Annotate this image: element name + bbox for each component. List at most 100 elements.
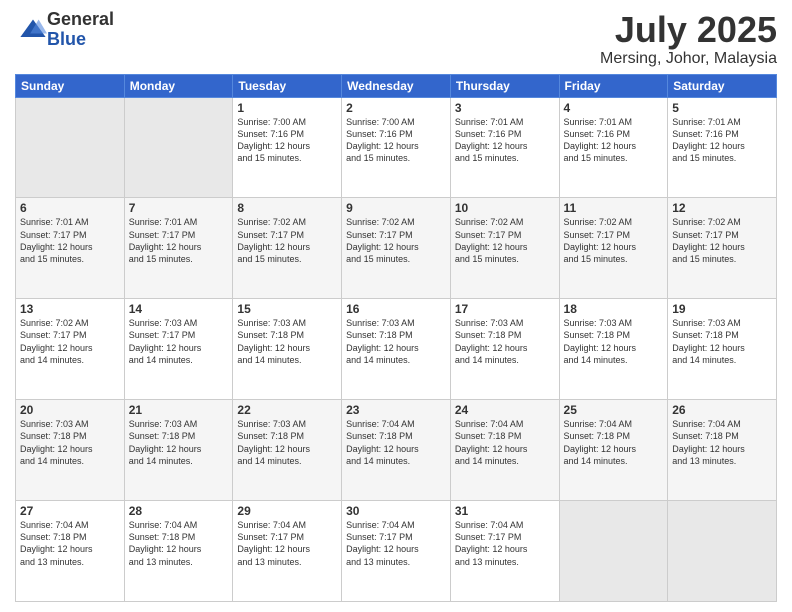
table-row [668,501,777,602]
table-row: 11Sunrise: 7:02 AM Sunset: 7:17 PM Dayli… [559,198,668,299]
table-row [16,97,125,198]
calendar-table: Sunday Monday Tuesday Wednesday Thursday… [15,74,777,602]
calendar-header-row: Sunday Monday Tuesday Wednesday Thursday… [16,74,777,97]
table-row: 20Sunrise: 7:03 AM Sunset: 7:18 PM Dayli… [16,400,125,501]
table-row: 17Sunrise: 7:03 AM Sunset: 7:18 PM Dayli… [450,299,559,400]
day-info: Sunrise: 7:04 AM Sunset: 7:17 PM Dayligh… [237,519,337,568]
table-row: 12Sunrise: 7:02 AM Sunset: 7:17 PM Dayli… [668,198,777,299]
day-number: 11 [564,201,664,215]
day-number: 14 [129,302,229,316]
table-row: 18Sunrise: 7:03 AM Sunset: 7:18 PM Dayli… [559,299,668,400]
day-info: Sunrise: 7:02 AM Sunset: 7:17 PM Dayligh… [455,216,555,265]
day-info: Sunrise: 7:03 AM Sunset: 7:18 PM Dayligh… [455,317,555,366]
table-row: 30Sunrise: 7:04 AM Sunset: 7:17 PM Dayli… [342,501,451,602]
table-row: 25Sunrise: 7:04 AM Sunset: 7:18 PM Dayli… [559,400,668,501]
day-info: Sunrise: 7:02 AM Sunset: 7:17 PM Dayligh… [346,216,446,265]
day-info: Sunrise: 7:04 AM Sunset: 7:18 PM Dayligh… [129,519,229,568]
day-info: Sunrise: 7:00 AM Sunset: 7:16 PM Dayligh… [346,116,446,165]
table-row: 21Sunrise: 7:03 AM Sunset: 7:18 PM Dayli… [124,400,233,501]
day-info: Sunrise: 7:03 AM Sunset: 7:18 PM Dayligh… [237,418,337,467]
table-row: 29Sunrise: 7:04 AM Sunset: 7:17 PM Dayli… [233,501,342,602]
day-number: 12 [672,201,772,215]
table-row: 23Sunrise: 7:04 AM Sunset: 7:18 PM Dayli… [342,400,451,501]
col-thursday: Thursday [450,74,559,97]
day-number: 22 [237,403,337,417]
table-row: 3Sunrise: 7:01 AM Sunset: 7:16 PM Daylig… [450,97,559,198]
col-saturday: Saturday [668,74,777,97]
calendar-week-row: 20Sunrise: 7:03 AM Sunset: 7:18 PM Dayli… [16,400,777,501]
day-info: Sunrise: 7:02 AM Sunset: 7:17 PM Dayligh… [672,216,772,265]
day-number: 2 [346,101,446,115]
day-number: 9 [346,201,446,215]
logo-general: General [47,10,114,30]
table-row [559,501,668,602]
table-row: 16Sunrise: 7:03 AM Sunset: 7:18 PM Dayli… [342,299,451,400]
day-number: 20 [20,403,120,417]
table-row: 22Sunrise: 7:03 AM Sunset: 7:18 PM Dayli… [233,400,342,501]
day-info: Sunrise: 7:04 AM Sunset: 7:18 PM Dayligh… [455,418,555,467]
day-number: 6 [20,201,120,215]
col-tuesday: Tuesday [233,74,342,97]
table-row: 5Sunrise: 7:01 AM Sunset: 7:16 PM Daylig… [668,97,777,198]
table-row: 19Sunrise: 7:03 AM Sunset: 7:18 PM Dayli… [668,299,777,400]
logo-icon [19,16,47,44]
calendar-week-row: 1Sunrise: 7:00 AM Sunset: 7:16 PM Daylig… [16,97,777,198]
day-info: Sunrise: 7:01 AM Sunset: 7:17 PM Dayligh… [20,216,120,265]
day-number: 29 [237,504,337,518]
day-number: 28 [129,504,229,518]
day-number: 5 [672,101,772,115]
location-title: Mersing, Johor, Malaysia [600,50,777,68]
day-number: 19 [672,302,772,316]
day-info: Sunrise: 7:01 AM Sunset: 7:16 PM Dayligh… [564,116,664,165]
day-number: 1 [237,101,337,115]
table-row: 7Sunrise: 7:01 AM Sunset: 7:17 PM Daylig… [124,198,233,299]
calendar-week-row: 13Sunrise: 7:02 AM Sunset: 7:17 PM Dayli… [16,299,777,400]
day-info: Sunrise: 7:00 AM Sunset: 7:16 PM Dayligh… [237,116,337,165]
day-info: Sunrise: 7:04 AM Sunset: 7:17 PM Dayligh… [346,519,446,568]
table-row: 15Sunrise: 7:03 AM Sunset: 7:18 PM Dayli… [233,299,342,400]
table-row: 28Sunrise: 7:04 AM Sunset: 7:18 PM Dayli… [124,501,233,602]
month-title: July 2025 [600,10,777,50]
day-info: Sunrise: 7:04 AM Sunset: 7:18 PM Dayligh… [564,418,664,467]
day-number: 10 [455,201,555,215]
col-monday: Monday [124,74,233,97]
table-row: 6Sunrise: 7:01 AM Sunset: 7:17 PM Daylig… [16,198,125,299]
day-number: 7 [129,201,229,215]
day-number: 18 [564,302,664,316]
day-info: Sunrise: 7:04 AM Sunset: 7:18 PM Dayligh… [672,418,772,467]
day-info: Sunrise: 7:03 AM Sunset: 7:18 PM Dayligh… [346,317,446,366]
day-number: 13 [20,302,120,316]
table-row: 31Sunrise: 7:04 AM Sunset: 7:17 PM Dayli… [450,501,559,602]
col-friday: Friday [559,74,668,97]
calendar-week-row: 6Sunrise: 7:01 AM Sunset: 7:17 PM Daylig… [16,198,777,299]
logo-text: General Blue [47,10,114,50]
table-row: 14Sunrise: 7:03 AM Sunset: 7:17 PM Dayli… [124,299,233,400]
day-info: Sunrise: 7:03 AM Sunset: 7:17 PM Dayligh… [129,317,229,366]
day-info: Sunrise: 7:02 AM Sunset: 7:17 PM Dayligh… [20,317,120,366]
col-sunday: Sunday [16,74,125,97]
table-row: 13Sunrise: 7:02 AM Sunset: 7:17 PM Dayli… [16,299,125,400]
day-info: Sunrise: 7:01 AM Sunset: 7:16 PM Dayligh… [455,116,555,165]
header: General Blue July 2025 Mersing, Johor, M… [15,10,777,68]
day-info: Sunrise: 7:01 AM Sunset: 7:17 PM Dayligh… [129,216,229,265]
day-info: Sunrise: 7:02 AM Sunset: 7:17 PM Dayligh… [564,216,664,265]
day-number: 15 [237,302,337,316]
day-info: Sunrise: 7:03 AM Sunset: 7:18 PM Dayligh… [672,317,772,366]
day-number: 24 [455,403,555,417]
table-row: 27Sunrise: 7:04 AM Sunset: 7:18 PM Dayli… [16,501,125,602]
table-row: 2Sunrise: 7:00 AM Sunset: 7:16 PM Daylig… [342,97,451,198]
table-row: 9Sunrise: 7:02 AM Sunset: 7:17 PM Daylig… [342,198,451,299]
day-info: Sunrise: 7:04 AM Sunset: 7:17 PM Dayligh… [455,519,555,568]
table-row [124,97,233,198]
day-number: 26 [672,403,772,417]
day-number: 8 [237,201,337,215]
table-row: 8Sunrise: 7:02 AM Sunset: 7:17 PM Daylig… [233,198,342,299]
table-row: 4Sunrise: 7:01 AM Sunset: 7:16 PM Daylig… [559,97,668,198]
day-number: 21 [129,403,229,417]
title-block: July 2025 Mersing, Johor, Malaysia [600,10,777,68]
day-number: 17 [455,302,555,316]
day-info: Sunrise: 7:03 AM Sunset: 7:18 PM Dayligh… [20,418,120,467]
day-info: Sunrise: 7:03 AM Sunset: 7:18 PM Dayligh… [129,418,229,467]
day-number: 25 [564,403,664,417]
day-number: 30 [346,504,446,518]
